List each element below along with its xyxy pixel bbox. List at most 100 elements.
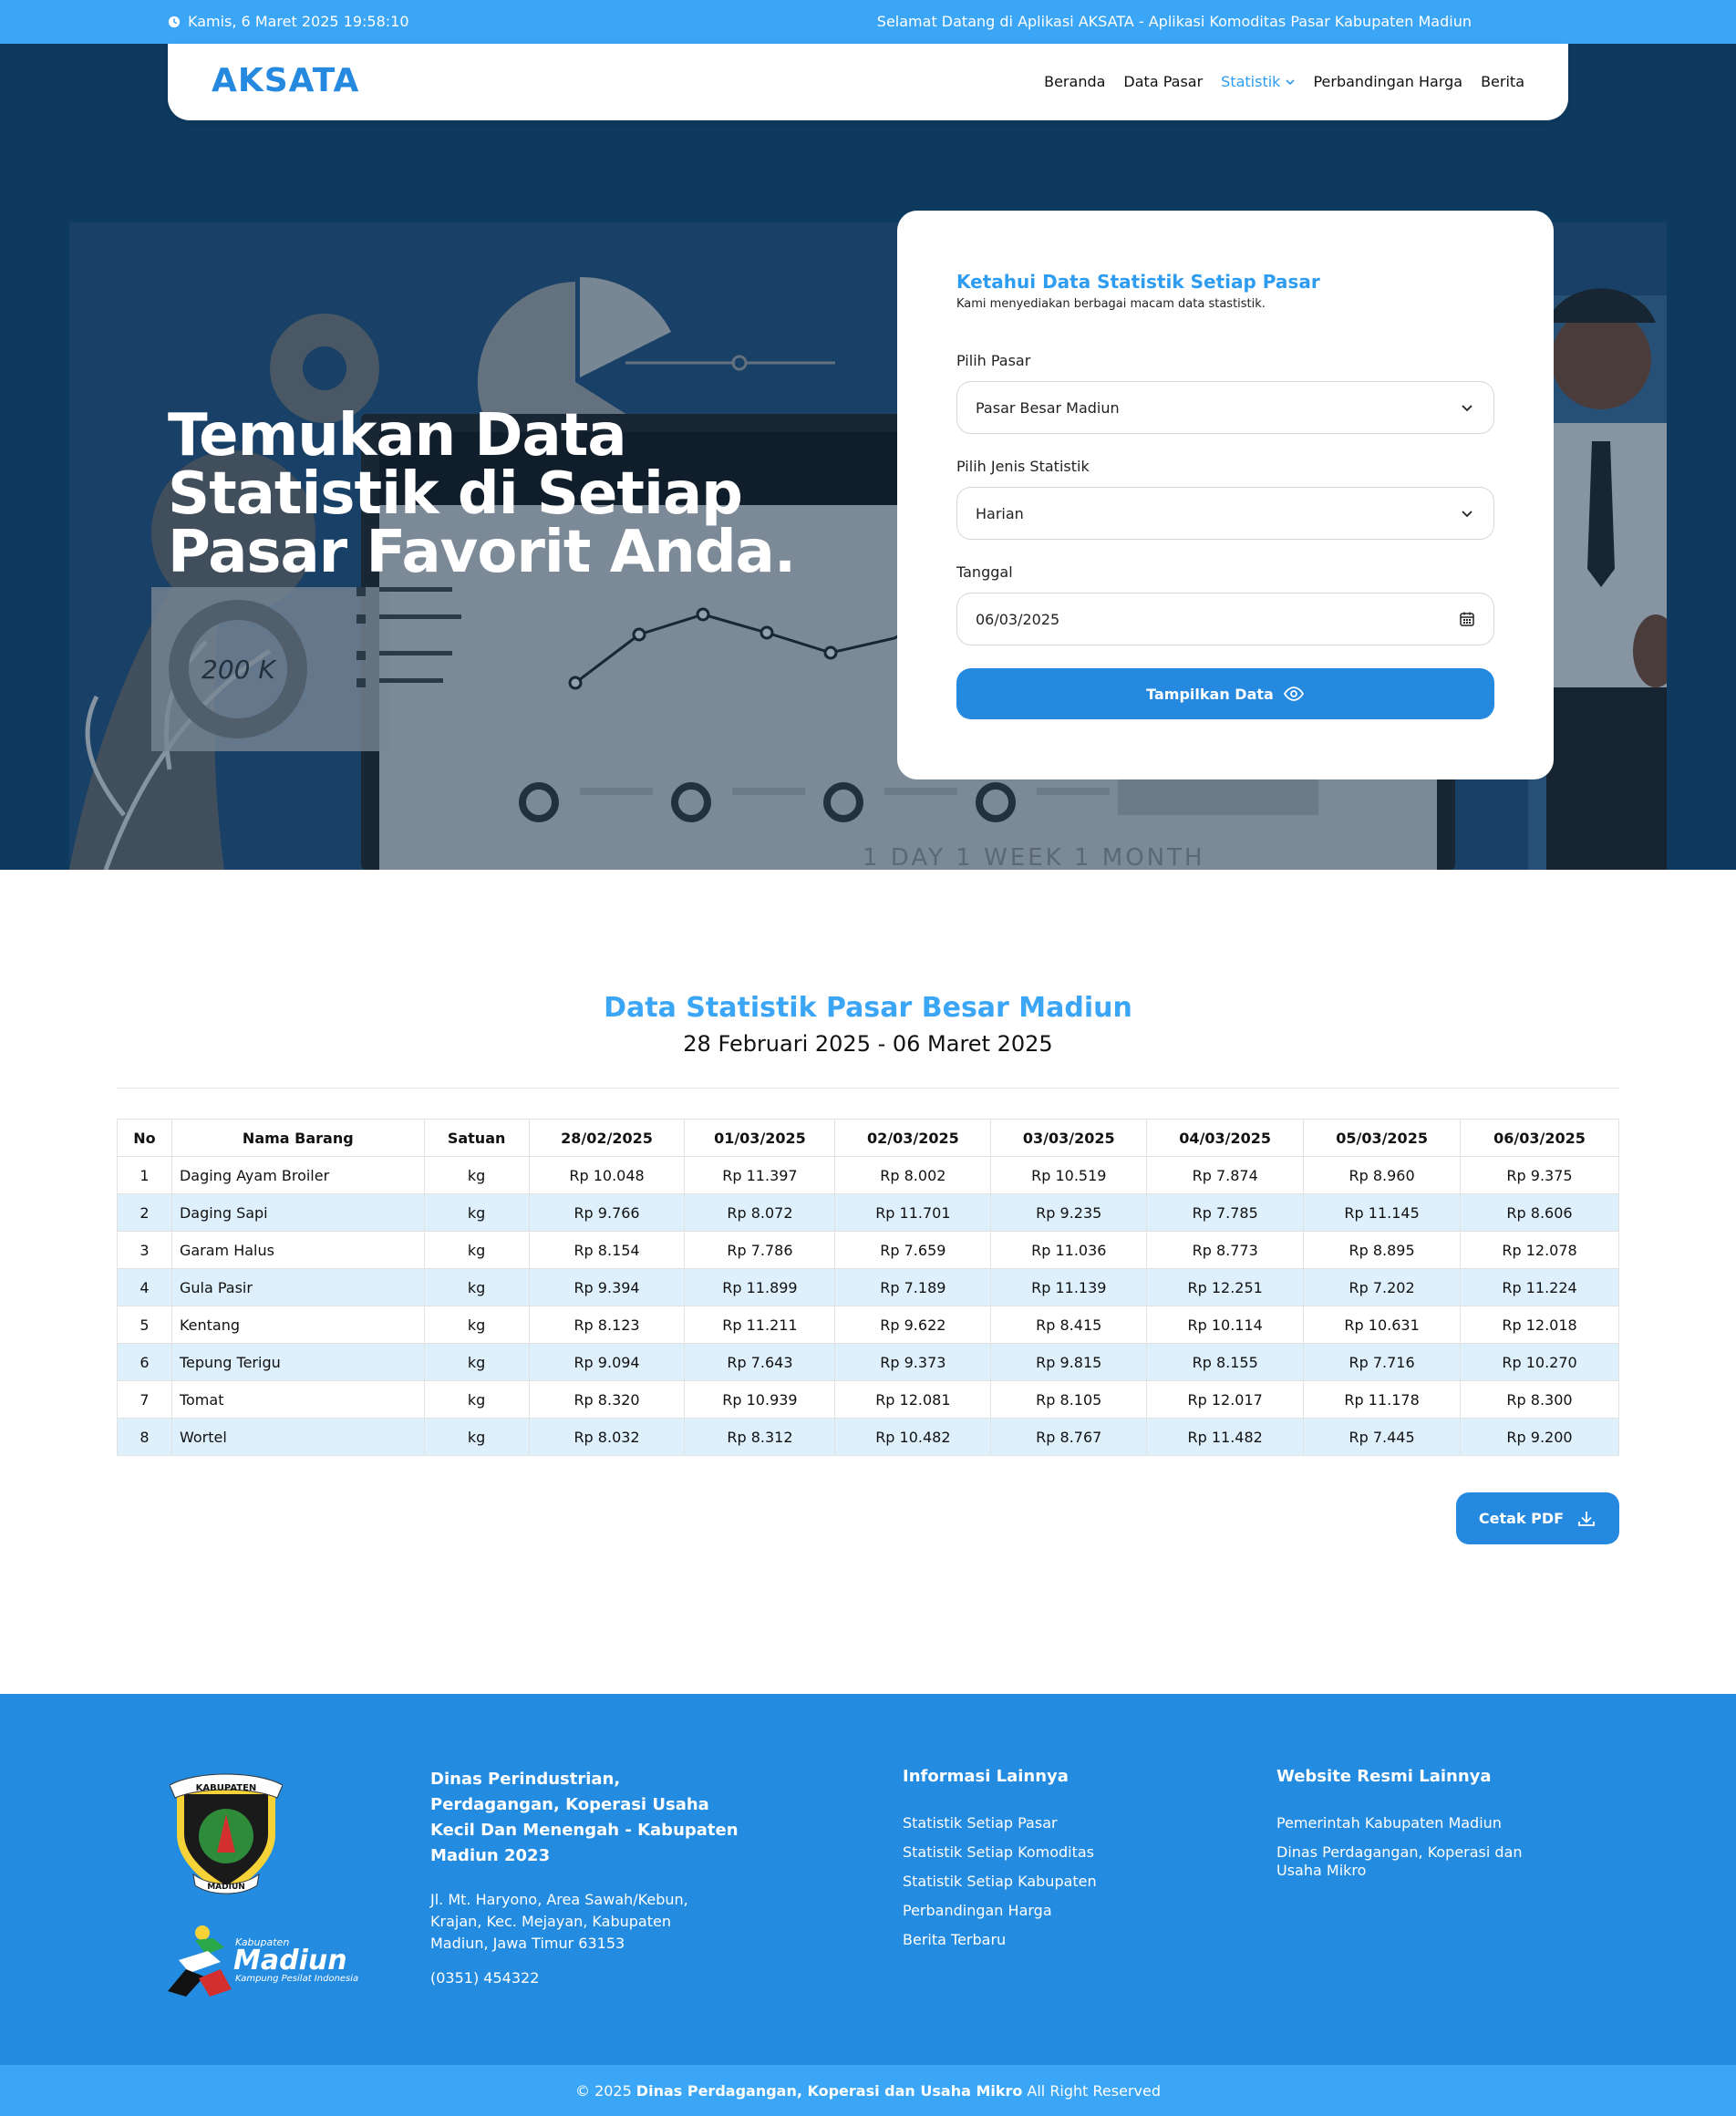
footer-link-dinas-perdagangan[interactable]: Dinas Perdagangan, Koperasi dan Usaha Mi… [1276,1843,1550,1880]
table-cell: Rp 10.631 [1303,1306,1462,1344]
copyright-suffix: All Right Reserved [1027,2081,1161,2100]
nav-item-data-pasar[interactable]: Data Pasar [1123,73,1203,90]
chevron-down-icon [1462,511,1472,518]
nav-item-beranda[interactable]: Beranda [1044,73,1105,90]
footer-link-pemkab-madiun[interactable]: Pemerintah Kabupaten Madiun [1276,1814,1550,1832]
table-header: 01/03/2025 [684,1119,836,1157]
table-cell: kg [423,1268,530,1306]
pasar-label: Pilih Pasar [956,352,1031,369]
table-cell: Rp 8.895 [1303,1231,1462,1269]
download-icon [1578,1511,1595,1526]
nav-item-perbandingan-harga[interactable]: Perbandingan Harga [1313,73,1462,90]
table-cell: Rp 8.002 [834,1156,992,1194]
footer-link-statistik-komoditas[interactable]: Statistik Setiap Komoditas [903,1843,1097,1862]
table-cell: Rp 9.373 [834,1343,992,1381]
table-cell: Rp 10.519 [990,1156,1148,1194]
footer-address: Jl. Mt. Haryono, Area Sawah/Kebun, Kraja… [430,1891,688,1952]
table-cell: Rp 12.018 [1460,1306,1619,1344]
crest-bottom-text: MADIUN [207,1883,245,1892]
table-cell: Rp 11.211 [684,1306,836,1344]
table-cell: Rp 9.815 [990,1343,1148,1381]
table-cell: kg [423,1343,530,1381]
table-cell: Rp 8.105 [990,1380,1148,1419]
table-cell: 6 [117,1343,172,1381]
table-cell: Rp 10.939 [684,1380,836,1419]
table-cell: Rp 8.123 [528,1306,686,1344]
table-cell: Rp 11.178 [1303,1380,1462,1419]
table-cell: kg [423,1418,530,1456]
tanggal-input[interactable]: 06/03/2025 [956,593,1494,645]
footer-link-perbandingan-harga[interactable]: Perbandingan Harga [903,1902,1097,1920]
table-header: No [117,1119,172,1157]
table-row: 4 Gula Pasir kg Rp 9.394 Rp 11.899 Rp 7.189 Rp… [117,1268,1619,1306]
nav-item-statistik-label: Statistik [1221,73,1281,90]
table-cell: Rp 8.072 [684,1193,836,1232]
table-cell: Rp 8.312 [684,1418,836,1456]
table-cell: Rp 12.081 [834,1380,992,1419]
table-row: 2 Daging Sapi kg Rp 9.766 Rp 8.072 Rp 11.701 R… [117,1193,1619,1232]
nav-menu: Beranda Data Pasar Statistik Perbandinga… [1044,73,1524,90]
table-cell: 4 [117,1268,172,1306]
nav-item-statistik[interactable]: Statistik [1221,73,1296,90]
jenis-statistik-label: Pilih Jenis Statistik [956,458,1090,475]
table-cell: 2 [117,1193,172,1232]
show-data-button[interactable]: Tampilkan Data [956,668,1494,719]
table-row: 1 Daging Ayam Broiler kg Rp 10.048 Rp 11.397… [117,1156,1619,1194]
site-logo[interactable]: AKSATA [212,62,359,99]
table-cell: Rp 11.899 [684,1268,836,1306]
datetime-text: Kamis, 6 Maret 2025 19:58:10 [188,13,409,30]
table-cell: kg [423,1231,530,1269]
table-cell: Daging Sapi [170,1193,425,1232]
table-cell: Rp 7.659 [834,1231,992,1269]
table-row: 7 Tomat kg Rp 8.320 Rp 10.939 Rp 12.081 Rp 8.1… [117,1380,1619,1419]
table-cell: Rp 11.397 [684,1156,836,1194]
table-cell: Wortel [170,1418,425,1456]
table-cell: Rp 8.960 [1303,1156,1462,1194]
table-cell: Rp 7.643 [684,1343,836,1381]
table-cell: 1 [117,1156,172,1194]
tanggal-label: Tanggal [956,563,1013,581]
table-cell: Rp 8.032 [528,1418,686,1456]
copyright-org: Dinas Perdagangan, Koperasi dan Usaha Mi… [636,2081,1023,2100]
table-cell: Rp 9.375 [1460,1156,1619,1194]
table-cell: Rp 11.145 [1303,1193,1462,1232]
clock-icon [168,15,181,27]
kabupaten-madiun-crest-logo: KABUPATEN MADIUN [170,1773,283,1894]
table-row: 5 Kentang kg Rp 8.123 Rp 11.211 Rp 9.622 Rp 8.… [117,1306,1619,1344]
welcome-marquee: Selamat Datang di Aplikasi AKSATA - Apli… [876,13,1472,30]
table-cell: Rp 12.017 [1146,1380,1305,1419]
table-header: 04/03/2025 [1146,1119,1305,1157]
calendar-icon[interactable] [1459,611,1475,627]
table-header: 03/03/2025 [990,1119,1148,1157]
table-cell: Rp 10.270 [1460,1343,1619,1381]
table-cell: kg [423,1306,530,1344]
print-pdf-button[interactable]: Cetak PDF [1456,1492,1619,1544]
table-cell: Rp 7.445 [1303,1418,1462,1456]
jenis-statistik-select[interactable]: Harian [956,487,1494,540]
nav-item-berita[interactable]: Berita [1481,73,1524,90]
chevron-down-icon [1462,405,1472,412]
stats-date-range: 28 Februari 2025 - 06 Maret 2025 [683,1031,1053,1057]
footer-link-statistik-kabupaten[interactable]: Statistik Setiap Kabupaten [903,1873,1097,1891]
table-cell: Rp 8.300 [1460,1380,1619,1419]
table-cell: Rp 8.154 [528,1231,686,1269]
table-cell: Rp 11.139 [990,1268,1148,1306]
table-cell: Rp 9.200 [1460,1418,1619,1456]
print-pdf-label: Cetak PDF [1478,1510,1565,1527]
table-cell: Rp 12.078 [1460,1231,1619,1269]
table-cell: Gula Pasir [170,1268,425,1306]
copyright-bar: © 2025 Dinas Perdagangan, Koperasi dan U… [0,2065,1736,2116]
footer-org-name: Dinas Perindustrian, Perdagangan, Kopera… [430,1770,739,1865]
footer-link-berita-terbaru[interactable]: Berita Terbaru [903,1931,1097,1949]
table-cell: Rp 8.155 [1146,1343,1305,1381]
footer-link-statistik-pasar[interactable]: Statistik Setiap Pasar [903,1814,1097,1832]
main-navbar: AKSATA Beranda Data Pasar Statistik Perb… [168,44,1568,120]
footer-web-title: Website Resmi Lainnya [1276,1767,1492,1786]
table-cell: Rp 7.202 [1303,1268,1462,1306]
chevron-down-icon [1286,78,1296,85]
table-cell: Rp 8.415 [990,1306,1148,1344]
crest-top-text: KABUPATEN [196,1783,257,1793]
pasar-select[interactable]: Pasar Besar Madiun [956,381,1494,434]
datetime-display: Kamis, 6 Maret 2025 19:58:10 [168,13,409,30]
jenis-statistik-value: Harian [976,504,1024,522]
